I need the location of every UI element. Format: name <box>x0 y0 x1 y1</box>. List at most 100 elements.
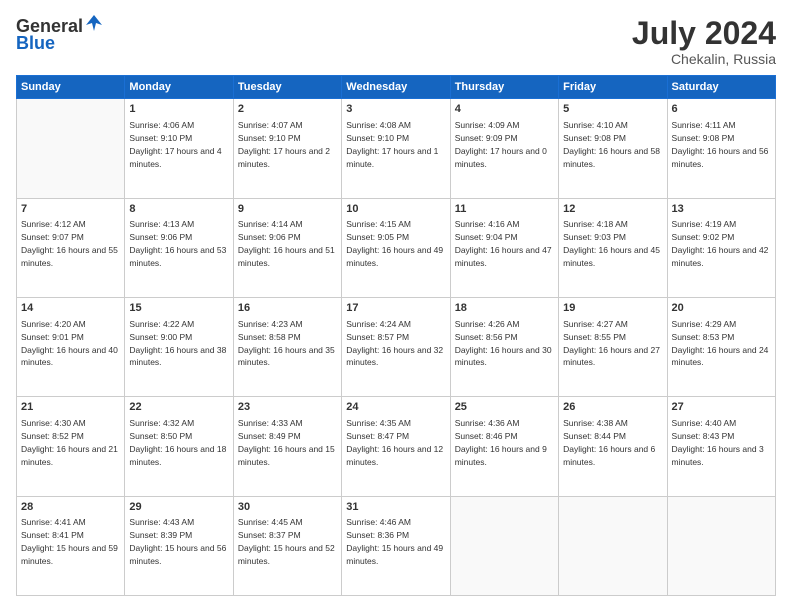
sunrise-text: Sunrise: 4:16 AM <box>455 219 520 229</box>
sunrise-text: Sunrise: 4:30 AM <box>21 418 86 428</box>
table-row: 23 Sunrise: 4:33 AM Sunset: 8:49 PM Dayl… <box>233 397 341 496</box>
sunset-text: Sunset: 8:43 PM <box>672 431 735 441</box>
page: General Blue July 2024 Chekalin, Russia … <box>0 0 792 612</box>
table-row: 21 Sunrise: 4:30 AM Sunset: 8:52 PM Dayl… <box>17 397 125 496</box>
sunset-text: Sunset: 9:06 PM <box>238 232 301 242</box>
table-row: 14 Sunrise: 4:20 AM Sunset: 9:01 PM Dayl… <box>17 297 125 396</box>
sunrise-text: Sunrise: 4:20 AM <box>21 319 86 329</box>
sunrise-text: Sunrise: 4:13 AM <box>129 219 194 229</box>
sunset-text: Sunset: 9:10 PM <box>129 133 192 143</box>
sunset-text: Sunset: 8:56 PM <box>455 332 518 342</box>
sunset-text: Sunset: 9:03 PM <box>563 232 626 242</box>
calendar-week-row: 14 Sunrise: 4:20 AM Sunset: 9:01 PM Dayl… <box>17 297 776 396</box>
date-number: 8 <box>129 202 228 217</box>
daylight-text: Daylight: 16 hours and 30 minutes. <box>455 345 552 368</box>
sunrise-text: Sunrise: 4:22 AM <box>129 319 194 329</box>
date-number: 20 <box>672 301 771 316</box>
date-number: 13 <box>672 202 771 217</box>
calendar-table: Sunday Monday Tuesday Wednesday Thursday… <box>16 75 776 596</box>
sunrise-text: Sunrise: 4:15 AM <box>346 219 411 229</box>
table-row: 20 Sunrise: 4:29 AM Sunset: 8:53 PM Dayl… <box>667 297 775 396</box>
date-number: 26 <box>563 400 662 415</box>
table-row: 6 Sunrise: 4:11 AM Sunset: 9:08 PM Dayli… <box>667 99 775 198</box>
table-row: 24 Sunrise: 4:35 AM Sunset: 8:47 PM Dayl… <box>342 397 450 496</box>
sunset-text: Sunset: 9:10 PM <box>238 133 301 143</box>
sunrise-text: Sunrise: 4:18 AM <box>563 219 628 229</box>
sunrise-text: Sunrise: 4:35 AM <box>346 418 411 428</box>
sunset-text: Sunset: 9:06 PM <box>129 232 192 242</box>
date-number: 5 <box>563 102 662 117</box>
daylight-text: Daylight: 16 hours and 53 minutes. <box>129 245 226 268</box>
date-number: 25 <box>455 400 554 415</box>
sunset-text: Sunset: 8:41 PM <box>21 530 84 540</box>
daylight-text: Daylight: 16 hours and 24 minutes. <box>672 345 769 368</box>
sunset-text: Sunset: 8:55 PM <box>563 332 626 342</box>
sunrise-text: Sunrise: 4:36 AM <box>455 418 520 428</box>
sunrise-text: Sunrise: 4:45 AM <box>238 517 303 527</box>
daylight-text: Daylight: 16 hours and 47 minutes. <box>455 245 552 268</box>
table-row: 25 Sunrise: 4:36 AM Sunset: 8:46 PM Dayl… <box>450 397 558 496</box>
sunrise-text: Sunrise: 4:29 AM <box>672 319 737 329</box>
date-number: 6 <box>672 102 771 117</box>
sunset-text: Sunset: 8:36 PM <box>346 530 409 540</box>
col-wednesday: Wednesday <box>342 76 450 99</box>
daylight-text: Daylight: 16 hours and 51 minutes. <box>238 245 335 268</box>
calendar-week-row: 1 Sunrise: 4:06 AM Sunset: 9:10 PM Dayli… <box>17 99 776 198</box>
daylight-text: Daylight: 16 hours and 18 minutes. <box>129 444 226 467</box>
calendar-week-row: 21 Sunrise: 4:30 AM Sunset: 8:52 PM Dayl… <box>17 397 776 496</box>
date-number: 27 <box>672 400 771 415</box>
sunset-text: Sunset: 9:01 PM <box>21 332 84 342</box>
date-number: 17 <box>346 301 445 316</box>
sunset-text: Sunset: 9:00 PM <box>129 332 192 342</box>
daylight-text: Daylight: 17 hours and 2 minutes. <box>238 146 330 169</box>
date-number: 11 <box>455 202 554 217</box>
date-number: 15 <box>129 301 228 316</box>
table-row: 8 Sunrise: 4:13 AM Sunset: 9:06 PM Dayli… <box>125 198 233 297</box>
date-number: 18 <box>455 301 554 316</box>
col-sunday: Sunday <box>17 76 125 99</box>
date-number: 19 <box>563 301 662 316</box>
calendar-title: July 2024 <box>632 16 776 51</box>
sunrise-text: Sunrise: 4:40 AM <box>672 418 737 428</box>
table-row: 28 Sunrise: 4:41 AM Sunset: 8:41 PM Dayl… <box>17 496 125 595</box>
sunrise-text: Sunrise: 4:32 AM <box>129 418 194 428</box>
sunset-text: Sunset: 8:37 PM <box>238 530 301 540</box>
date-number: 9 <box>238 202 337 217</box>
table-row: 7 Sunrise: 4:12 AM Sunset: 9:07 PM Dayli… <box>17 198 125 297</box>
table-row <box>450 496 558 595</box>
table-row: 11 Sunrise: 4:16 AM Sunset: 9:04 PM Dayl… <box>450 198 558 297</box>
table-row: 10 Sunrise: 4:15 AM Sunset: 9:05 PM Dayl… <box>342 198 450 297</box>
daylight-text: Daylight: 16 hours and 58 minutes. <box>563 146 660 169</box>
calendar-header-row: Sunday Monday Tuesday Wednesday Thursday… <box>17 76 776 99</box>
sunrise-text: Sunrise: 4:19 AM <box>672 219 737 229</box>
table-row: 3 Sunrise: 4:08 AM Sunset: 9:10 PM Dayli… <box>342 99 450 198</box>
table-row: 22 Sunrise: 4:32 AM Sunset: 8:50 PM Dayl… <box>125 397 233 496</box>
date-number: 31 <box>346 500 445 515</box>
table-row: 4 Sunrise: 4:09 AM Sunset: 9:09 PM Dayli… <box>450 99 558 198</box>
daylight-text: Daylight: 16 hours and 9 minutes. <box>455 444 547 467</box>
table-row <box>559 496 667 595</box>
table-row: 27 Sunrise: 4:40 AM Sunset: 8:43 PM Dayl… <box>667 397 775 496</box>
date-number: 10 <box>346 202 445 217</box>
sunrise-text: Sunrise: 4:38 AM <box>563 418 628 428</box>
table-row: 18 Sunrise: 4:26 AM Sunset: 8:56 PM Dayl… <box>450 297 558 396</box>
sunrise-text: Sunrise: 4:09 AM <box>455 120 520 130</box>
title-block: July 2024 Chekalin, Russia <box>632 16 776 67</box>
col-friday: Friday <box>559 76 667 99</box>
calendar-week-row: 7 Sunrise: 4:12 AM Sunset: 9:07 PM Dayli… <box>17 198 776 297</box>
daylight-text: Daylight: 16 hours and 56 minutes. <box>672 146 769 169</box>
sunset-text: Sunset: 8:58 PM <box>238 332 301 342</box>
table-row: 13 Sunrise: 4:19 AM Sunset: 9:02 PM Dayl… <box>667 198 775 297</box>
daylight-text: Daylight: 16 hours and 42 minutes. <box>672 245 769 268</box>
date-number: 1 <box>129 102 228 117</box>
sunset-text: Sunset: 9:07 PM <box>21 232 84 242</box>
date-number: 14 <box>21 301 120 316</box>
calendar-week-row: 28 Sunrise: 4:41 AM Sunset: 8:41 PM Dayl… <box>17 496 776 595</box>
sunset-text: Sunset: 9:02 PM <box>672 232 735 242</box>
calendar-location: Chekalin, Russia <box>632 51 776 67</box>
date-number: 24 <box>346 400 445 415</box>
table-row: 15 Sunrise: 4:22 AM Sunset: 9:00 PM Dayl… <box>125 297 233 396</box>
sunrise-text: Sunrise: 4:14 AM <box>238 219 303 229</box>
sunrise-text: Sunrise: 4:07 AM <box>238 120 303 130</box>
col-thursday: Thursday <box>450 76 558 99</box>
